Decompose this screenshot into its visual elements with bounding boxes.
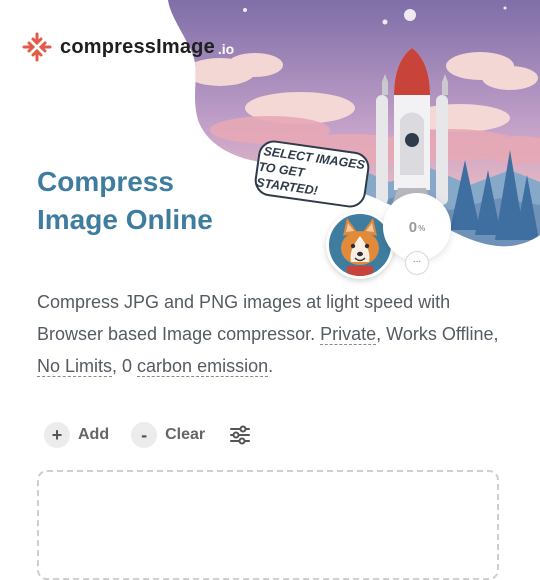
toolbar: + Add - Clear [44, 422, 251, 448]
plus-icon: + [44, 422, 70, 448]
image-drop-zone[interactable] [37, 470, 499, 580]
add-label: Add [78, 426, 110, 443]
logo[interactable]: compressImage .io [22, 32, 234, 62]
carbon-emission-link[interactable]: carbon emission [137, 356, 269, 377]
clear-label: Clear [165, 426, 206, 443]
description-separator-1: , Works Offline, [376, 324, 499, 344]
page-title: Compress Image Online [37, 163, 213, 239]
logo-tld: .io [217, 41, 235, 57]
page-title-line-1: Compress [37, 166, 174, 197]
progress-unit: % [418, 224, 426, 233]
private-link[interactable]: Private [320, 324, 377, 345]
corgi-mascot-icon [341, 218, 379, 276]
progress-value: 0 [408, 218, 418, 236]
compress-arrows-icon [22, 32, 52, 62]
description: Compress JPG and PNG images at light spe… [37, 286, 507, 382]
description-end: . [268, 356, 274, 376]
sliders-icon[interactable] [229, 424, 251, 446]
clear-button[interactable]: - Clear [131, 422, 205, 448]
description-separator-2: , 0 [112, 356, 138, 376]
no-limits-link[interactable]: No Limits [37, 356, 113, 377]
more-options-button[interactable]: ... [405, 251, 429, 275]
logo-name: compressImage [60, 35, 215, 58]
page-title-line-2: Image Online [37, 204, 213, 235]
add-button[interactable]: + Add [44, 422, 109, 448]
minus-icon: - [131, 422, 158, 448]
